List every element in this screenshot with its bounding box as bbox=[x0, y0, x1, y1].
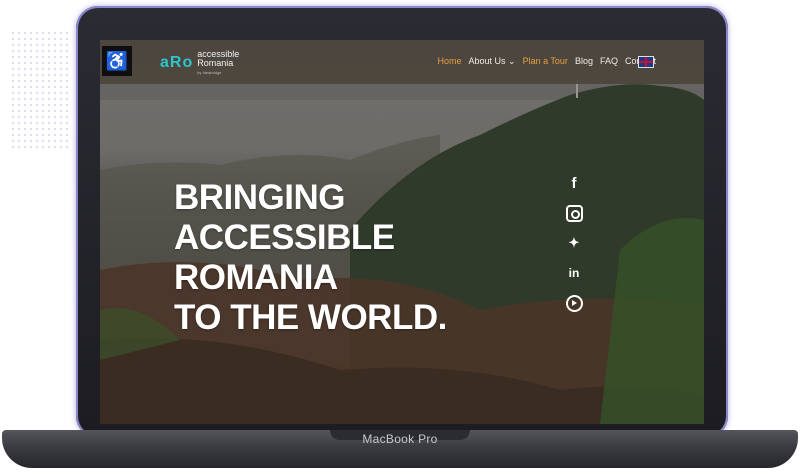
twitter-icon[interactable]: ✦ bbox=[565, 234, 583, 252]
wheelchair-icon: ♿ bbox=[105, 50, 129, 71]
linkedin-glyph: in bbox=[568, 266, 580, 280]
instagram-glyph bbox=[565, 204, 583, 222]
hero-line-1: BRINGING bbox=[174, 178, 346, 217]
nav-item-faq[interactable]: FAQ bbox=[600, 56, 618, 67]
uk-flag-icon[interactable] bbox=[638, 56, 654, 68]
youtube-glyph bbox=[565, 294, 583, 312]
logo-line-2: Romania bbox=[197, 57, 234, 68]
nav-item-home[interactable]: Home bbox=[437, 56, 461, 67]
instagram-icon[interactable] bbox=[565, 204, 583, 222]
site-logo[interactable]: aRo accessible Romania by Ideabridge bbox=[160, 48, 239, 78]
hero-line-2: ACCESSIBLE ROMANIA bbox=[174, 218, 395, 297]
site-navbar: ♿ aRo accessible Romania by Ideabridge H… bbox=[100, 40, 704, 84]
social-links: f ✦ in bbox=[565, 174, 583, 312]
hero-title: BRINGING ACCESSIBLE ROMANIA TO THE WORLD… bbox=[174, 178, 534, 338]
device-label: MacBook Pro bbox=[362, 432, 438, 446]
accessibility-button[interactable]: ♿ bbox=[102, 46, 132, 76]
nav-item-blog[interactable]: Blog bbox=[575, 56, 593, 67]
nav-item-plan-a-tour[interactable]: Plan a Tour bbox=[523, 56, 568, 67]
facebook-glyph: f bbox=[571, 174, 577, 192]
decorative-dots bbox=[10, 30, 70, 150]
nav-menu: Home About Us ⌄ Plan a Tour Blog FAQ Con… bbox=[437, 56, 656, 67]
facebook-icon[interactable]: f bbox=[565, 174, 583, 192]
logo-text: accessible Romania by Ideabridge bbox=[197, 49, 239, 77]
website-screen: ♿ aRo accessible Romania by Ideabridge H… bbox=[100, 40, 704, 424]
linkedin-icon[interactable]: in bbox=[565, 264, 583, 282]
hero-line-3: TO THE WORLD. bbox=[174, 298, 447, 337]
nav-item-about-us[interactable]: About Us ⌄ bbox=[469, 56, 516, 67]
youtube-icon[interactable] bbox=[565, 294, 583, 312]
logo-mark: aRo bbox=[160, 54, 194, 71]
logo-line-3: by Ideabridge bbox=[197, 69, 222, 75]
